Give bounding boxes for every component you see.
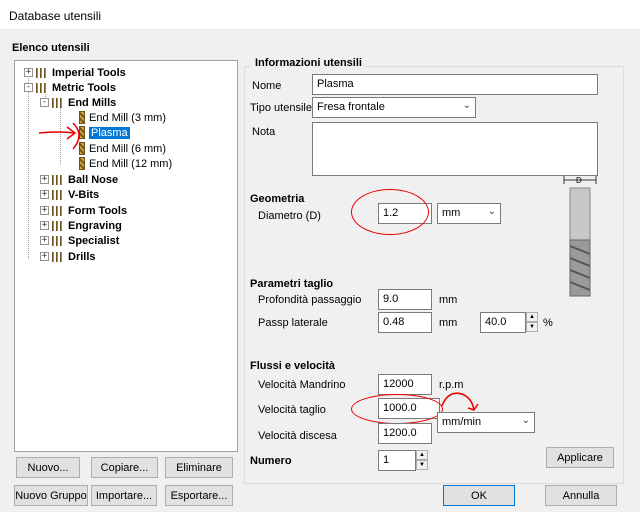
stepover-unit: mm	[439, 317, 458, 329]
tool-group-icon	[36, 82, 48, 94]
collapse-icon[interactable]: -	[40, 98, 49, 107]
spindle-speed-label: Velocità Mandrino	[258, 379, 346, 391]
spin-up-icon[interactable]: ▲	[526, 312, 538, 322]
tool-group-icon	[52, 97, 64, 109]
diameter-diagram-label: D	[576, 176, 582, 185]
tool-number-spinner[interactable]: ▲ ▼	[416, 450, 428, 471]
tree-node-end-mills[interactable]: - End Mills	[40, 95, 116, 110]
plunge-rate-field[interactable]: 1200.0	[378, 423, 432, 444]
stepover-spinner[interactable]: ▲ ▼	[526, 312, 538, 333]
tool-group-icon	[52, 235, 64, 247]
tree-item-end-mill-6[interactable]: End Mill (6 mm)	[79, 141, 166, 156]
name-field[interactable]: Plasma	[312, 74, 598, 95]
new-group-button[interactable]: Nuovo Gruppo	[14, 485, 88, 506]
tree-node-metric[interactable]: - Metric Tools	[24, 80, 116, 95]
tool-list-title: Elenco utensili	[12, 42, 90, 54]
expand-icon[interactable]: +	[40, 206, 49, 215]
chevron-down-icon: ⌄	[521, 415, 530, 426]
annotation-circle	[351, 394, 443, 424]
pass-depth-unit: mm	[439, 294, 458, 306]
tree-item-end-mill-3[interactable]: End Mill (3 mm)	[79, 110, 166, 125]
tool-group-icon	[36, 67, 48, 79]
pass-depth-label: Profondità passaggio	[258, 294, 362, 306]
tool-number-field[interactable]: 1	[378, 450, 416, 471]
feed-rate-label: Velocità taglio	[258, 404, 326, 416]
new-button[interactable]: Nuovo...	[16, 457, 80, 478]
tool-tree[interactable]: + Imperial Tools - Metric Tools - End Mi…	[14, 60, 238, 452]
spin-down-icon[interactable]: ▼	[416, 460, 428, 470]
expand-icon[interactable]: +	[40, 252, 49, 261]
import-button[interactable]: Importare...	[91, 485, 157, 506]
feeds-speeds-title: Flussi e velocità	[250, 360, 335, 372]
stepover-label: Passp laterale	[258, 317, 328, 329]
tool-info-title: Informazioni utensili	[252, 57, 365, 69]
diameter-label: Diametro (D)	[258, 210, 321, 222]
tool-group-icon	[52, 220, 64, 232]
annotation-circle	[351, 189, 429, 235]
diameter-unit-select[interactable]: mm ⌄	[437, 203, 501, 224]
spin-down-icon[interactable]: ▼	[526, 322, 538, 332]
title-bar: Database utensili	[0, 0, 640, 30]
tool-type-label: Tipo utensile	[250, 102, 312, 114]
tool-type-select[interactable]: Fresa frontale ⌄	[312, 97, 476, 118]
tree-node-ball-nose[interactable]: + Ball Nose	[40, 172, 118, 187]
tool-group-icon	[52, 205, 64, 217]
expand-icon[interactable]: +	[40, 175, 49, 184]
feed-unit-select[interactable]: mm/min ⌄	[437, 412, 535, 433]
tree-node-drills[interactable]: + Drills	[40, 249, 96, 264]
chevron-down-icon: ⌄	[487, 206, 496, 217]
tree-item-end-mill-12[interactable]: End Mill (12 mm)	[79, 156, 172, 171]
spindle-speed-field[interactable]: 12000	[378, 374, 432, 395]
copy-button[interactable]: Copiare...	[91, 457, 158, 478]
tree-node-specialist[interactable]: + Specialist	[40, 233, 119, 248]
number-label: Numero	[250, 455, 292, 467]
expand-icon[interactable]: +	[40, 236, 49, 245]
expand-icon[interactable]: +	[40, 221, 49, 230]
tool-group-icon	[52, 189, 64, 201]
annotation-arrow-icon	[38, 122, 80, 150]
expand-icon[interactable]: +	[40, 190, 49, 199]
note-label: Nota	[252, 126, 276, 138]
chevron-down-icon: ⌄	[462, 100, 471, 111]
geometry-title: Geometria	[250, 193, 305, 205]
plunge-rate-label: Velocità discesa	[258, 430, 337, 442]
stepover-percent-field[interactable]: 40.0	[480, 312, 526, 333]
expand-icon[interactable]: +	[24, 68, 33, 77]
apply-button[interactable]: Applicare	[546, 447, 614, 468]
note-field[interactable]	[312, 122, 598, 176]
end-mill-diagram-icon: D	[563, 176, 597, 297]
tree-node-engraving[interactable]: + Engraving	[40, 218, 122, 233]
tree-node-imperial[interactable]: + Imperial Tools	[24, 65, 126, 80]
stepover-field[interactable]: 0.48	[378, 312, 432, 333]
percent-label: %	[543, 317, 553, 329]
tree-item-plasma[interactable]: Plasma	[79, 125, 130, 140]
cutting-params-title: Parametri taglio	[250, 278, 334, 290]
delete-button[interactable]: Eliminare	[165, 457, 233, 478]
tool-group-icon	[52, 251, 64, 263]
spin-up-icon[interactable]: ▲	[416, 450, 428, 460]
tree-node-vbits[interactable]: + V-Bits	[40, 187, 99, 202]
export-button[interactable]: Esportare...	[165, 485, 233, 506]
tool-group-icon	[52, 174, 64, 186]
annotation-arrow-icon	[441, 392, 479, 411]
name-label: Nome	[252, 80, 282, 92]
collapse-icon[interactable]: -	[24, 83, 33, 92]
end-mill-icon	[79, 157, 85, 170]
cancel-button[interactable]: Annulla	[545, 485, 617, 506]
ok-button[interactable]: OK	[443, 485, 515, 506]
pass-depth-field[interactable]: 9.0	[378, 289, 432, 310]
tree-node-form-tools[interactable]: + Form Tools	[40, 203, 127, 218]
window-title: Database utensili	[9, 9, 102, 23]
